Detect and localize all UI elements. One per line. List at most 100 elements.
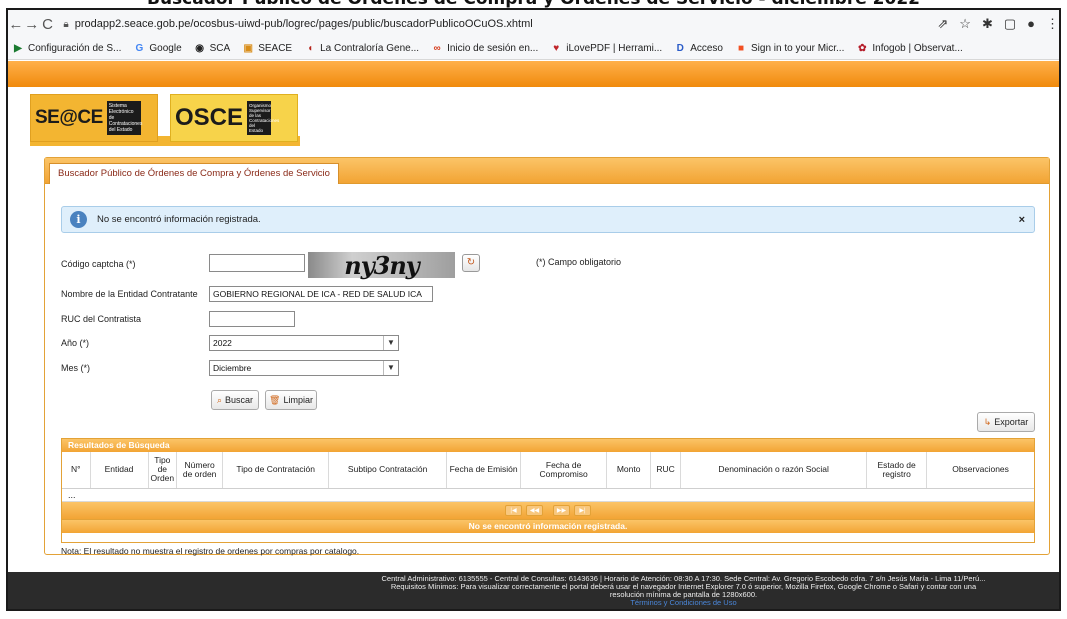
bookmark-label: La Contraloría Gene... <box>320 43 420 54</box>
column-header[interactable]: Tipo de Orden <box>148 452 178 489</box>
chevron-down-icon[interactable]: ▼ <box>383 361 398 375</box>
bookmark-label: Infogob | Observat... <box>872 43 963 54</box>
share-icon[interactable]: ⇗ <box>937 16 948 32</box>
limpiar-button[interactable]: 🗑︎ Limpiar <box>265 390 317 410</box>
seace-logo-text: SE@CE <box>35 107 103 128</box>
seace-logo[interactable]: SE@CE Sistema Electrónico de Contratacio… <box>30 94 158 142</box>
bookmark-label: Sign in to your Micr... <box>750 43 845 54</box>
star-icon[interactable]: ☆ <box>959 16 971 32</box>
search-icon: ⌕ <box>216 394 223 405</box>
bookmarks-bar: ▶ Configuración de S... G Google ◉ SCA ▣ SEACE ◖… <box>8 38 1059 60</box>
bookmark-label: Inicio de sesión en... <box>447 43 539 54</box>
site-footer: Central Administrativo: 6135555 - Centra… <box>8 572 1059 609</box>
extensions-icon[interactable]: ✱ <box>982 16 993 32</box>
panel-header: Buscador Público de Órdenes de Compra y … <box>45 158 1049 184</box>
anio-label: Año (*) <box>61 338 90 348</box>
bookmark-icon: ▣ <box>243 42 253 54</box>
results-note: Nota: El resultado no muestra el registr… <box>61 546 360 556</box>
captcha-image: ny3ny <box>308 251 455 280</box>
column-header[interactable]: Fecha de Compromiso <box>520 452 608 489</box>
prev-page-button[interactable]: ◀◀ <box>526 504 543 516</box>
column-header[interactable]: Tipo de Contratación <box>222 452 330 489</box>
anio-value: 2022 <box>213 338 232 348</box>
column-header[interactable]: Monto <box>606 452 652 489</box>
bookmark-icon: ◖ <box>307 42 314 54</box>
panel-tab-title[interactable]: Buscador Público de Órdenes de Compra y … <box>49 163 339 184</box>
column-header[interactable]: Fecha de Emisión <box>446 452 522 489</box>
osce-logo-subtitle: Organismo Supervisor de las Contratacion… <box>247 101 280 135</box>
results-table-container: Resultados de Búsqueda N° Entidad Tipo de … <box>61 438 1035 543</box>
refresh-captcha-button[interactable]: ↻ <box>462 254 480 272</box>
bookmark-item[interactable]: ◖ La Contraloría Gene... <box>304 43 419 55</box>
ruc-label: RUC del Contratista <box>61 314 142 324</box>
column-header[interactable]: Observaciones <box>926 452 1034 489</box>
osce-logo[interactable]: OSCE Organismo Supervisor de las Contrat… <box>170 94 298 142</box>
bookmark-item[interactable]: ♥ iLovePDF | Herrami... <box>550 43 662 55</box>
mes-label: Mes (*) <box>61 363 90 373</box>
reload-icon[interactable]: C <box>40 16 56 33</box>
column-header[interactable]: Número de orden <box>176 452 224 489</box>
terms-link[interactable]: Términos y Condiciones de Uso <box>308 599 1059 607</box>
bookmark-icon: D <box>676 42 684 54</box>
buscar-button[interactable]: ⌕ Buscar <box>211 390 259 410</box>
browser-window: ← → C 🔒︎ prodapp2.seace.gob.pe/ocosbus-u… <box>6 8 1061 611</box>
bookmark-item[interactable]: ▶ Configuración de S... <box>12 43 121 55</box>
bookmark-label: Google <box>149 43 182 54</box>
url-field[interactable]: 🔒︎ prodapp2.seace.gob.pe/ocosbus-uiwd-pu… <box>63 13 923 35</box>
bookmark-item[interactable]: ◉ SCA <box>194 42 231 55</box>
last-page-button[interactable]: ▶| <box>574 504 591 516</box>
sidepanel-icon[interactable]: ▢ <box>1004 16 1016 32</box>
captcha-label: Código captcha (*) <box>61 259 136 269</box>
results-empty-message: No se encontró información registrada. <box>62 518 1034 533</box>
column-header[interactable]: Entidad <box>90 452 149 489</box>
info-message: No se encontró información registrada. <box>97 214 261 225</box>
info-message-bar: i No se encontró información registrada.… <box>61 206 1035 233</box>
column-header[interactable]: N° <box>62 452 91 489</box>
search-panel: Buscador Público de Órdenes de Compra y … <box>44 157 1050 556</box>
bookmark-icon: ∞ <box>433 42 441 54</box>
profile-icon[interactable]: ● <box>1027 16 1035 32</box>
bookmark-item[interactable]: ✿ Infogob | Observat... <box>856 42 963 55</box>
bookmark-icon: ◉ <box>195 42 204 54</box>
results-table: N° Entidad Tipo de Orden Número de orden Tip… <box>62 452 1034 502</box>
bookmark-item[interactable]: ■ Sign in to your Micr... <box>735 43 844 55</box>
bookmark-icon: G <box>135 42 144 54</box>
column-header[interactable]: Subtipo Contratación <box>328 452 448 489</box>
back-icon[interactable]: ← <box>8 16 24 33</box>
bookmark-item[interactable]: ∞ Inicio de sesión en... <box>431 43 538 55</box>
next-page-button[interactable]: ▶▶ <box>553 504 570 516</box>
bookmark-item[interactable]: G Google <box>133 42 182 55</box>
site-logos: SE@CE Sistema Electrónico de Contratacio… <box>30 66 308 156</box>
exportar-button[interactable]: ↳ Exportar <box>977 412 1035 432</box>
buscar-label: Buscar <box>225 395 254 405</box>
export-icon: ↳ <box>983 416 992 427</box>
results-title: Resultados de Búsqueda <box>62 439 1034 452</box>
mes-select[interactable]: Diciembre ▼ <box>209 360 399 376</box>
column-header[interactable]: RUC <box>650 452 682 489</box>
bookmark-icon: ✿ <box>858 42 867 54</box>
captcha-input[interactable] <box>209 254 305 272</box>
forward-icon[interactable]: → <box>24 16 40 33</box>
bookmark-label: iLovePDF | Herrami... <box>566 43 663 54</box>
first-page-button[interactable]: |◀ <box>505 504 522 516</box>
image-caption: Buscador Público de Órdenes de Compra y … <box>0 0 1067 9</box>
trash-icon: 🗑︎ <box>269 394 281 405</box>
anio-select[interactable]: 2022 ▼ <box>209 335 399 351</box>
bookmark-item[interactable]: ▣ SEACE <box>242 43 292 55</box>
entidad-input[interactable]: GOBIERNO REGIONAL DE ICA - RED DE SALUD … <box>209 286 433 302</box>
bookmark-item[interactable]: D Acceso <box>674 43 723 55</box>
url-text: prodapp2.seace.gob.pe/ocosbus-uiwd-pub/l… <box>74 18 533 30</box>
limpiar-label: Limpiar <box>283 395 313 405</box>
ruc-input[interactable] <box>209 311 295 327</box>
chevron-down-icon[interactable]: ▼ <box>383 336 398 350</box>
close-icon[interactable]: × <box>1019 214 1025 226</box>
bookmark-label: SCA <box>209 43 231 54</box>
table-header-row: N° Entidad Tipo de Orden Número de orden Tip… <box>62 452 1034 489</box>
column-header[interactable]: Estado de registro <box>866 452 928 489</box>
seace-logo-subtitle: Sistema Electrónico de Contrataciones de… <box>106 101 143 135</box>
menu-icon[interactable]: ⋮ <box>1046 16 1059 32</box>
browser-toolbar: ⇗ ☆ ✱ ▢ ● ⋮ <box>937 16 1059 32</box>
column-header[interactable]: Denominación o razón Social <box>680 452 868 489</box>
required-note: (*) Campo obligatorio <box>536 257 622 267</box>
page: Buscador Público de Órdenes de Compra y … <box>0 0 1067 619</box>
